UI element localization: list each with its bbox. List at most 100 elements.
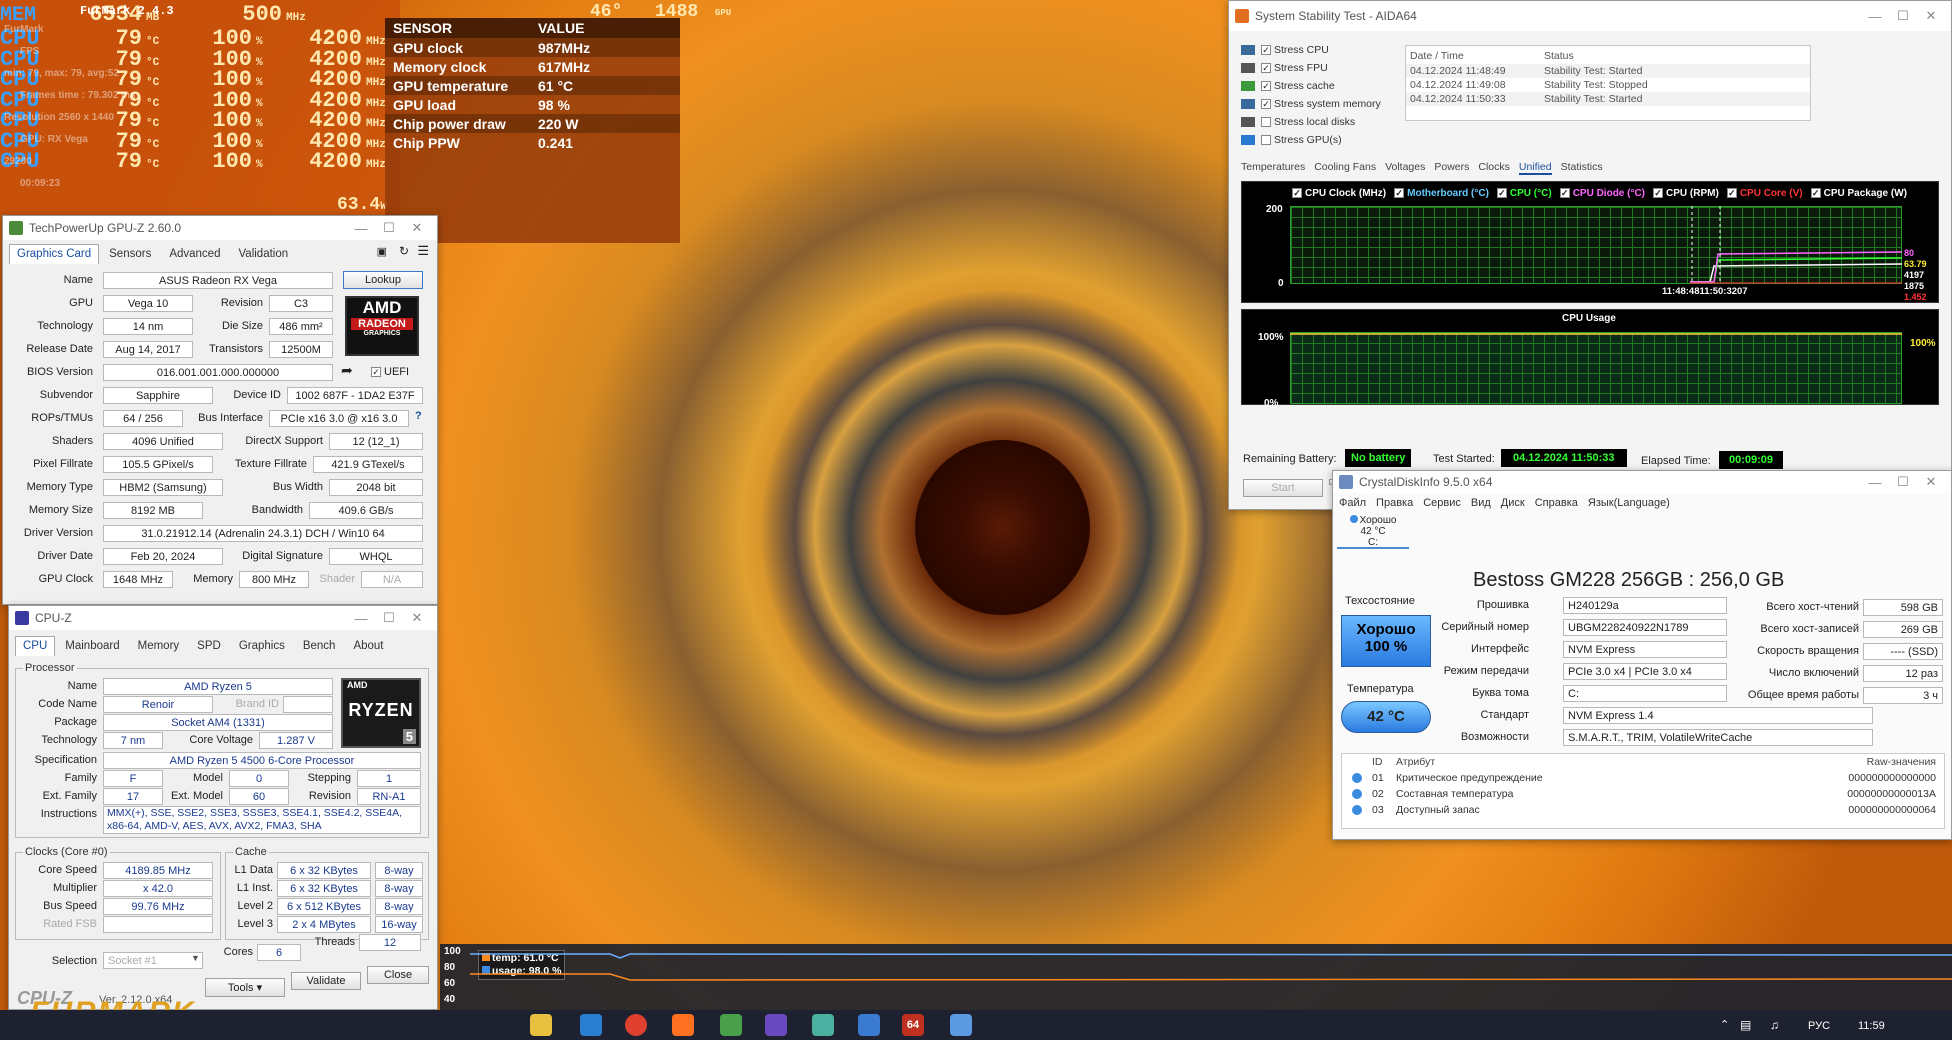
edge-icon[interactable] bbox=[580, 1014, 602, 1036]
attr-row[interactable]: 03 Доступный запас 000000000000064 bbox=[1342, 802, 1944, 818]
event-log-row[interactable]: 04.12.2024 11:48:49 Stability Test: Start… bbox=[1406, 64, 1810, 78]
legend-checkbox[interactable]: ✓ bbox=[1810, 188, 1821, 199]
stress-checkbox[interactable] bbox=[1261, 117, 1271, 127]
notes-taskbar-icon[interactable] bbox=[812, 1014, 834, 1036]
aida64-taskbar-icon[interactable]: 64 bbox=[902, 1014, 924, 1036]
close-icon[interactable]: ✕ bbox=[403, 610, 431, 626]
legend-checkbox[interactable]: ✓ bbox=[1292, 188, 1302, 199]
stress-option[interactable]: Stress GPU(s) bbox=[1241, 131, 1381, 149]
clock[interactable]: 11:59 bbox=[1858, 1020, 1885, 1032]
chevron-down-icon[interactable]: ▼ bbox=[191, 953, 200, 963]
aida-tab[interactable]: Statistics bbox=[1561, 161, 1603, 175]
validate-button[interactable]: Validate bbox=[291, 972, 361, 990]
socket-select[interactable]: Socket #1 bbox=[103, 952, 203, 969]
network-icon[interactable]: ▤ bbox=[1740, 1018, 1751, 1032]
maximize-icon[interactable]: ☐ bbox=[375, 610, 403, 626]
maximize-icon[interactable]: ☐ bbox=[1889, 474, 1917, 490]
stress-checkbox[interactable] bbox=[1261, 135, 1271, 145]
aida-tab[interactable]: Cooling Fans bbox=[1314, 161, 1376, 175]
minimize-icon[interactable]: — bbox=[347, 221, 375, 236]
cpuz-taskbar-icon[interactable] bbox=[765, 1014, 787, 1036]
legend-item[interactable]: ✓ CPU Diode (°C) bbox=[1559, 188, 1645, 199]
camera-icon[interactable]: ▣ bbox=[377, 245, 387, 258]
aida-tab[interactable]: Clocks bbox=[1478, 161, 1510, 175]
aida-tab[interactable]: Voltages bbox=[1385, 161, 1425, 175]
refresh-icon[interactable]: ↻ bbox=[399, 244, 409, 258]
tab-sensors[interactable]: Sensors bbox=[101, 244, 159, 264]
stress-checkbox[interactable]: ✓ bbox=[1261, 99, 1271, 109]
legend-checkbox[interactable]: ✓ bbox=[1726, 188, 1737, 199]
attr-row[interactable]: 02 Составная температура 00000000000013A bbox=[1342, 786, 1944, 802]
legend-checkbox[interactable]: ✓ bbox=[1559, 188, 1570, 199]
file-explorer-icon[interactable] bbox=[530, 1014, 552, 1036]
legend-checkbox[interactable]: ✓ bbox=[1496, 188, 1507, 199]
tab-spd[interactable]: SPD bbox=[189, 636, 229, 656]
minimize-icon[interactable]: — bbox=[1861, 475, 1889, 490]
aida-tab[interactable]: Powers bbox=[1434, 161, 1469, 175]
tab-graphics[interactable]: Graphics bbox=[231, 636, 293, 656]
crystal-menu-item[interactable]: Правка bbox=[1376, 497, 1413, 509]
aida64-titlebar[interactable]: System Stability Test - AIDA64 — ☐ ✕ bbox=[1229, 1, 1951, 31]
crystal-menu-item[interactable]: Язык(Language) bbox=[1588, 497, 1670, 509]
disk-selector[interactable]: Хорошо 42 °C C: bbox=[1337, 515, 1409, 549]
crystal-titlebar[interactable]: CrystalDiskInfo 9.5.0 x64 — ☐ ✕ bbox=[1333, 471, 1951, 493]
crystal-menu-item[interactable]: Сервис bbox=[1423, 497, 1461, 509]
furmark-taskbar-icon[interactable] bbox=[672, 1014, 694, 1036]
tab-about[interactable]: About bbox=[345, 636, 391, 656]
tab-bench[interactable]: Bench bbox=[295, 636, 344, 656]
photos-taskbar-icon[interactable] bbox=[858, 1014, 880, 1036]
legend-item[interactable]: ✓ CPU Clock (MHz) bbox=[1292, 188, 1386, 199]
close-icon[interactable]: ✕ bbox=[403, 220, 431, 236]
keyboard-lang[interactable]: РУС bbox=[1808, 1020, 1830, 1032]
close-icon[interactable]: ✕ bbox=[1917, 8, 1945, 24]
tab-graphics-card[interactable]: Graphics Card bbox=[9, 244, 100, 264]
tab-cpu[interactable]: CPU bbox=[15, 636, 56, 656]
crystal-menu-item[interactable]: Вид bbox=[1471, 497, 1491, 509]
legend-item[interactable]: ✓ CPU Core (V) bbox=[1726, 188, 1803, 199]
legend-item[interactable]: ✓ CPU Package (W) bbox=[1810, 188, 1907, 199]
event-log-row[interactable]: 04.12.2024 11:49:08 Stability Test: Stopp… bbox=[1406, 78, 1810, 92]
crystal-menu-item[interactable]: Справка bbox=[1535, 497, 1578, 509]
event-log-row[interactable]: 04.12.2024 11:50:33 Stability Test: Start… bbox=[1406, 92, 1810, 106]
legend-item[interactable]: ✓ CPU (RPM) bbox=[1653, 188, 1719, 199]
stress-checkbox[interactable]: ✓ bbox=[1261, 63, 1271, 73]
uefi-checkbox[interactable]: ✓ UEFI bbox=[371, 366, 409, 378]
close-button[interactable]: Close bbox=[367, 966, 429, 984]
share-icon[interactable]: ➦ bbox=[341, 362, 353, 379]
tab-advanced[interactable]: Advanced bbox=[161, 244, 228, 264]
maximize-icon[interactable]: ☐ bbox=[375, 220, 403, 236]
cpuz-titlebar[interactable]: CPU-Z — ☐ ✕ bbox=[9, 606, 437, 630]
chevron-up-icon[interactable]: ⌃ bbox=[1720, 1018, 1729, 1031]
crystal-menu-item[interactable]: Файл bbox=[1339, 497, 1366, 509]
start-button[interactable]: Start bbox=[1243, 479, 1323, 497]
help-icon[interactable]: ? bbox=[415, 410, 422, 422]
tab-mainboard[interactable]: Mainboard bbox=[57, 636, 127, 656]
aida-tab[interactable]: Temperatures bbox=[1241, 161, 1305, 175]
tools-button[interactable]: Tools ▾ bbox=[205, 978, 285, 997]
lookup-button[interactable]: Lookup bbox=[343, 271, 423, 289]
gpuz-taskbar-icon[interactable] bbox=[720, 1014, 742, 1036]
stress-option[interactable]: ✓ Stress CPU bbox=[1241, 41, 1381, 59]
maximize-icon[interactable]: ☐ bbox=[1889, 8, 1917, 24]
close-icon[interactable]: ✕ bbox=[1917, 474, 1945, 490]
menu-icon[interactable]: ☰ bbox=[417, 243, 429, 259]
stress-checkbox[interactable]: ✓ bbox=[1261, 81, 1271, 91]
legend-item[interactable]: ✓ Motherboard (°C) bbox=[1394, 188, 1489, 199]
volume-icon[interactable]: ♫ bbox=[1770, 1018, 1779, 1032]
stress-checkbox[interactable]: ✓ bbox=[1261, 45, 1271, 55]
legend-checkbox[interactable]: ✓ bbox=[1653, 188, 1664, 199]
tab-memory[interactable]: Memory bbox=[130, 636, 188, 656]
minimize-icon[interactable]: — bbox=[347, 611, 375, 626]
chrome-icon[interactable] bbox=[625, 1014, 647, 1036]
minimize-icon[interactable]: — bbox=[1861, 9, 1889, 24]
stress-option[interactable]: ✓ Stress FPU bbox=[1241, 59, 1381, 77]
legend-item[interactable]: ✓ CPU (°C) bbox=[1496, 188, 1552, 199]
tab-validation[interactable]: Validation bbox=[230, 244, 296, 264]
stress-option[interactable]: ✓ Stress system memory bbox=[1241, 95, 1381, 113]
crystaldiskinfo-taskbar-icon[interactable] bbox=[950, 1014, 972, 1036]
aida-tab[interactable]: Unified bbox=[1518, 161, 1552, 175]
stress-option[interactable]: Stress local disks bbox=[1241, 113, 1381, 131]
gpuz-titlebar[interactable]: TechPowerUp GPU-Z 2.60.0 — ☐ ✕ bbox=[3, 216, 437, 240]
crystal-menu-item[interactable]: Диск bbox=[1501, 497, 1525, 509]
legend-checkbox[interactable]: ✓ bbox=[1394, 188, 1405, 199]
